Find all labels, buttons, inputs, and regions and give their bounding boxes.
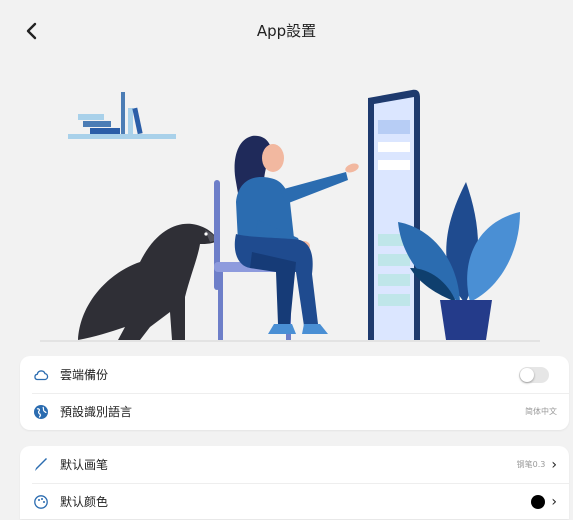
page-title: App設置	[256, 22, 317, 40]
default-color-row[interactable]: 默认颜色 ›	[20, 483, 569, 520]
cloud-backup-label: 雲端備份	[60, 368, 109, 382]
hero-illustration	[40, 89, 540, 342]
cloud-backup-row[interactable]: 雲端備份	[20, 356, 569, 393]
cloud-icon	[32, 366, 50, 384]
dog-icon	[78, 223, 218, 340]
default-brush-row[interactable]: 默认画笔 钢笔0.3 ›	[20, 446, 569, 483]
color-swatch	[531, 494, 546, 509]
screen-icon	[368, 89, 420, 340]
globe-icon	[32, 403, 50, 421]
top-bar: App設置	[0, 0, 573, 62]
color-value-group: ›	[531, 493, 557, 510]
brush-value: 钢笔0.3	[516, 460, 546, 469]
shelf-icon	[68, 92, 176, 139]
default-brush-label: 默认画笔	[60, 458, 109, 472]
toggle-knob	[520, 367, 534, 382]
cloud-backup-toggle[interactable]	[519, 366, 549, 383]
chevron-right-icon: ›	[551, 493, 557, 510]
default-language-row[interactable]: 預設識別語言 简体中文	[20, 393, 569, 430]
brush-icon	[32, 456, 50, 474]
settings-group-backup-language: 雲端備份 預設識別語言 简体中文	[20, 356, 569, 430]
palette-icon	[32, 493, 50, 511]
default-language-label: 預設識別語言	[60, 405, 133, 419]
chevron-right-icon: ›	[551, 456, 557, 473]
default-color-label: 默认颜色	[60, 495, 109, 509]
default-language-value: 简体中文	[525, 407, 557, 416]
brush-value-group: 钢笔0.3 ›	[517, 458, 557, 472]
woman-icon	[234, 135, 359, 334]
settings-group-brush-color: 默认画笔 钢笔0.3 › 默认颜色 ›	[20, 446, 569, 519]
